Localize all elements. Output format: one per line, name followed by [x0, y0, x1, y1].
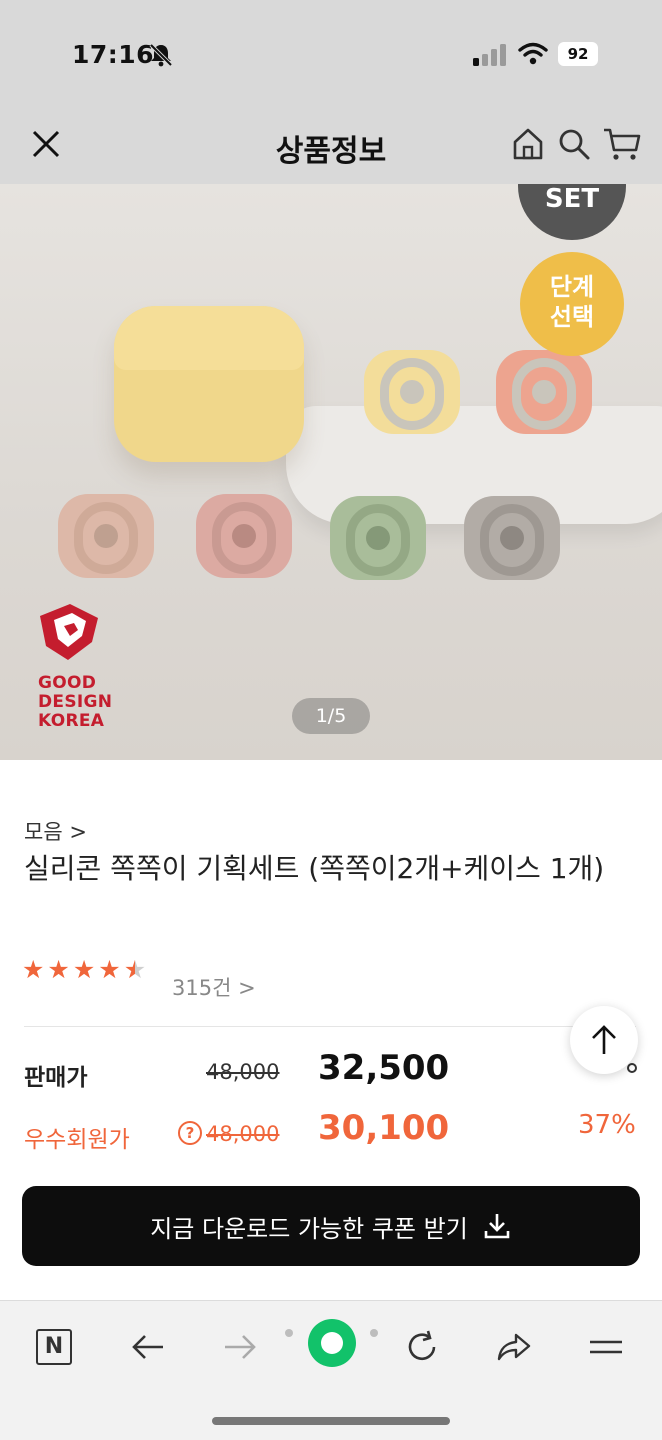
star-icon: ★ — [98, 955, 121, 984]
bell-muted-icon — [149, 43, 173, 67]
member-discount-rate: 37% — [578, 1110, 636, 1140]
cart-icon — [604, 128, 641, 160]
sale-original-price: 48,000 — [206, 1060, 280, 1084]
back-button[interactable] — [120, 1319, 176, 1375]
naver-n-icon: N — [36, 1329, 72, 1365]
arrow-up-icon — [592, 1025, 616, 1054]
rating-stars: ★ ★ ★ ★ ★ — [22, 956, 146, 984]
forward-button[interactable] — [212, 1319, 268, 1375]
half-star-icon: ★ — [123, 955, 147, 984]
star-icon: ★ — [47, 955, 70, 984]
set-badge: SET — [518, 184, 626, 240]
search-icon — [559, 129, 590, 160]
arrow-left-icon — [132, 1335, 163, 1359]
help-icon[interactable]: ? — [178, 1121, 202, 1145]
pacifier-yellow-image — [364, 350, 460, 434]
home-button[interactable] — [506, 122, 550, 166]
review-count-link[interactable]: 315건 > — [172, 972, 256, 1002]
signal-icon — [473, 44, 506, 66]
home-indicator[interactable] — [212, 1417, 450, 1425]
star-icon: ★ — [22, 955, 45, 984]
refresh-icon — [408, 1330, 436, 1361]
good-design-logo-icon — [40, 604, 98, 660]
divider — [24, 1026, 636, 1027]
home-icon — [513, 128, 543, 160]
member-price: 30,100 — [318, 1108, 450, 1148]
cart-button[interactable] — [600, 122, 644, 166]
menu-button[interactable] — [578, 1319, 634, 1375]
status-time: 17:16 — [72, 40, 155, 69]
pacifier-green-image — [330, 496, 426, 580]
search-button[interactable] — [552, 122, 596, 166]
page-dot — [285, 1329, 293, 1337]
refresh-button[interactable] — [394, 1319, 450, 1375]
category-breadcrumb[interactable]: 모음 > — [24, 816, 87, 846]
star-icon: ★ — [72, 955, 96, 984]
app-header: 상품정보 — [0, 104, 662, 184]
status-bar: 17:16 92 — [0, 0, 662, 104]
product-image-carousel[interactable]: SET 단계 선택 GOOD DESIGN KOREA 1/5 — [0, 184, 662, 760]
naver-home-button[interactable]: N — [26, 1319, 82, 1375]
image-pager: 1/5 — [292, 698, 370, 734]
sale-price: 32,500 — [318, 1048, 450, 1088]
step-select-badge[interactable]: 단계 선택 — [520, 252, 624, 356]
arrow-right-icon — [225, 1335, 256, 1359]
page-dot — [370, 1329, 378, 1337]
coupon-download-button[interactable]: 지금 다운로드 가능한 쿠폰 받기 — [22, 1186, 640, 1266]
scroll-top-button[interactable] — [570, 1006, 638, 1074]
browser-toolbar: N — [0, 1300, 662, 1440]
product-name: 실리콘 쪽쪽이 기획세트 (쪽쪽이2개+케이스 1개) — [24, 852, 605, 885]
green-dot-icon — [308, 1319, 356, 1367]
pacifier-gray-image — [464, 496, 560, 580]
sale-price-label: 판매가 — [24, 1065, 88, 1091]
pacifier-coral-image — [496, 350, 592, 434]
menu-icon — [590, 1340, 622, 1354]
share-button[interactable] — [486, 1319, 542, 1375]
coupon-button-label: 지금 다운로드 가능한 쿠폰 받기 — [150, 1214, 468, 1243]
share-icon — [497, 1333, 531, 1361]
download-icon — [484, 1214, 510, 1239]
close-icon — [32, 130, 60, 158]
pacifier-beige-image — [58, 494, 154, 578]
pacifier-case-image — [114, 306, 304, 462]
member-original-price: 48,000 — [206, 1122, 280, 1146]
green-dot-button[interactable] — [302, 1313, 362, 1373]
good-design-logo-text: GOOD DESIGN KOREA — [38, 673, 113, 731]
wifi-icon — [518, 42, 548, 65]
pacifier-pink-image — [196, 494, 292, 578]
close-button[interactable] — [24, 122, 68, 166]
battery-indicator: 92 — [558, 42, 598, 66]
member-price-label: 우수회원가 — [24, 1127, 130, 1153]
